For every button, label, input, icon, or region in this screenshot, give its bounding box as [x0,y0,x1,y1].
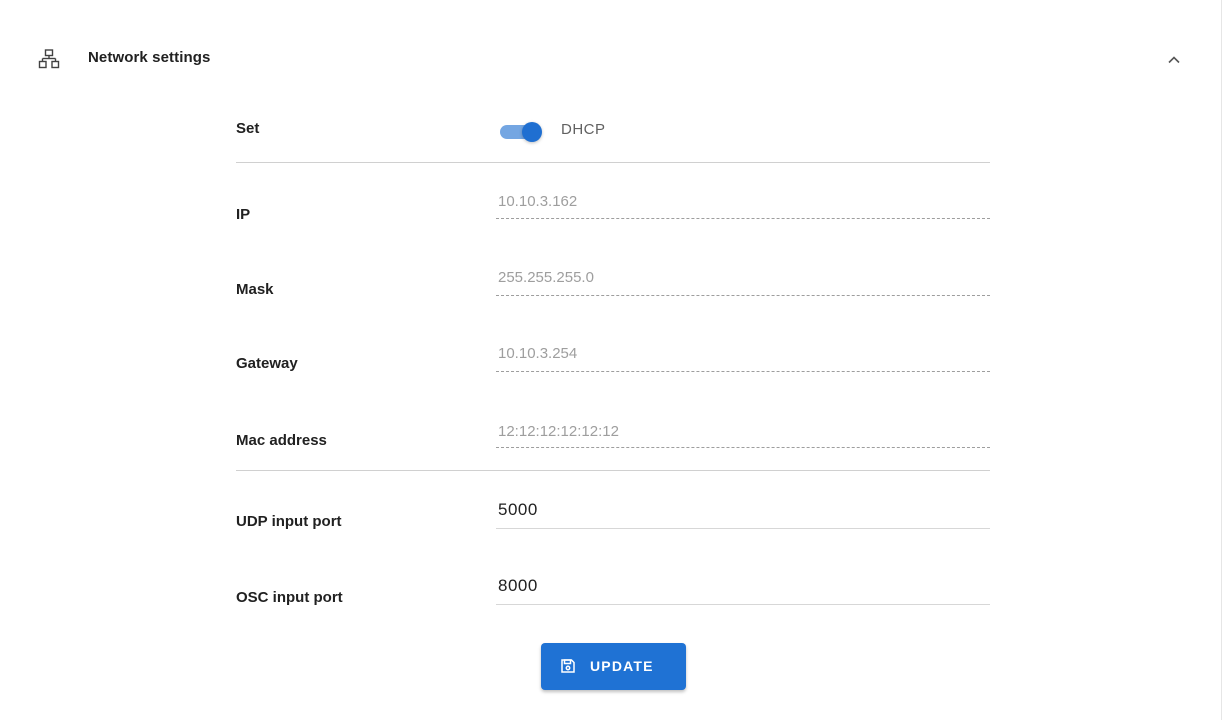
ip-field: 10.10.3.162 [498,193,578,210]
toggle-knob [522,122,542,142]
gateway-field-underline [496,371,990,372]
section-title: Network settings [88,49,211,66]
update-button[interactable]: UPDATE [541,643,686,690]
udp-port-label: UDP input port [236,513,342,530]
mac-label: Mac address [236,432,327,449]
ip-field-underline [496,218,990,219]
divider [236,470,990,471]
mask-field-underline [496,295,990,296]
mac-field-underline [496,447,990,448]
section-header[interactable]: Network settings [0,34,1218,82]
network-icon [38,48,60,70]
save-icon [560,658,576,674]
gateway-field: 10.10.3.254 [498,345,578,362]
chevron-up-icon[interactable] [1162,48,1186,72]
osc-port-underline [496,604,990,605]
scrollbar-edge [1221,0,1222,720]
ip-label: IP [236,206,251,223]
mask-field: 255.255.255.0 [498,269,594,286]
update-button-label: UPDATE [590,658,654,674]
udp-port-input[interactable]: 5000 [498,500,538,520]
mac-field: 12:12:12:12:12:12 [498,423,619,440]
dhcp-label: DHCP [561,121,606,138]
divider [236,162,990,163]
dhcp-toggle[interactable] [498,120,546,144]
set-label: Set [236,120,260,137]
mask-label: Mask [236,281,274,298]
gateway-label: Gateway [236,355,298,372]
osc-port-input[interactable]: 8000 [498,576,538,596]
udp-port-underline [496,528,990,529]
network-settings-panel: Network settings Set DHCP IP 10.10.3.162… [0,0,1218,720]
osc-port-label: OSC input port [236,589,343,606]
